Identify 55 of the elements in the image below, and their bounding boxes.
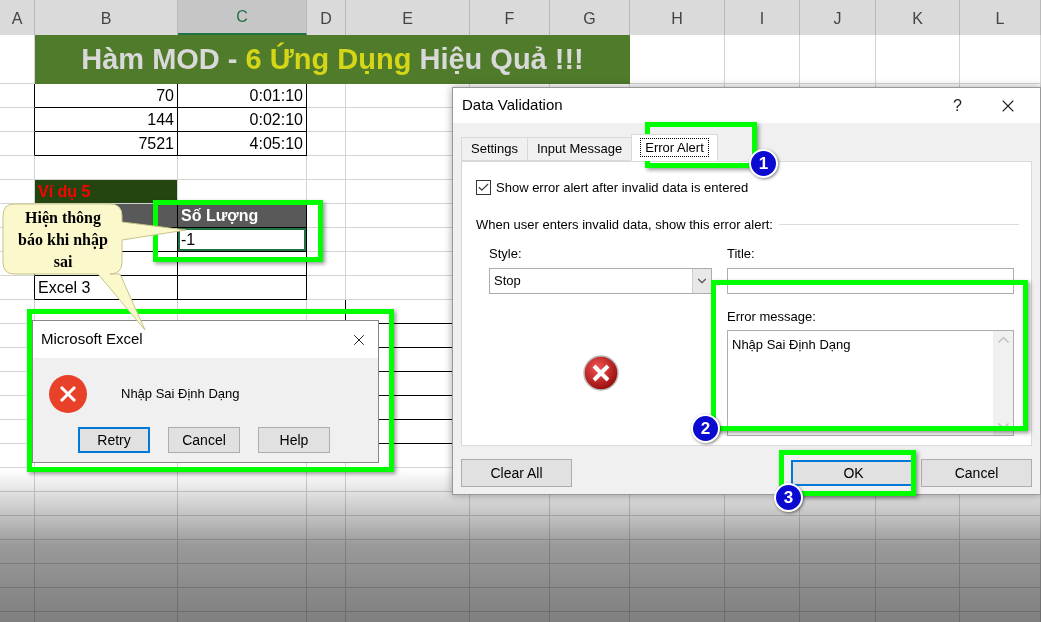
sheet-cell[interactable]	[0, 108, 35, 132]
style-dropdown[interactable]: Stop	[489, 267, 712, 294]
dialog-button[interactable]: Help	[258, 427, 330, 453]
column-header[interactable]: K	[876, 0, 960, 35]
column-header[interactable]: C	[178, 0, 307, 35]
field-label: Error message:	[727, 307, 817, 326]
checkbox[interactable]	[476, 180, 491, 196]
tab[interactable]: Error Alert	[631, 134, 718, 161]
sheet-cell[interactable]: -1	[178, 228, 307, 252]
section-label: Ví dụ 5	[35, 180, 178, 204]
title-banner: Hàm MOD - 6 Ứng Dụng Hiệu Quả !!!	[35, 35, 630, 84]
field-label: Style:	[489, 245, 523, 263]
column-header[interactable]: H	[630, 0, 725, 35]
sheet-cell[interactable]: 70	[35, 84, 178, 108]
dialog-button[interactable]: Cancel	[168, 427, 240, 453]
error-icon	[582, 354, 619, 391]
column-header[interactable]: A	[0, 0, 35, 35]
table-cell-text: 144	[147, 109, 174, 130]
sheet-cell[interactable]	[178, 276, 307, 300]
table-cell-text: 0:02:10	[249, 109, 303, 130]
column-header[interactable]: J	[800, 0, 876, 35]
sheet-cell[interactable]	[178, 252, 307, 276]
dialog-button[interactable]: Cancel	[921, 459, 1032, 487]
table-cell-text: 4:05:10	[249, 133, 303, 154]
scroll-up-icon	[997, 337, 1009, 343]
error-icon	[49, 375, 87, 413]
sheet-cell[interactable]: 0:02:10	[178, 108, 307, 132]
checkbox-label: Show error alert after invalid data is entered	[496, 179, 749, 197]
window-title: Data Validation	[462, 95, 563, 116]
sheet-cell[interactable]	[0, 84, 35, 108]
sheet-cell[interactable]	[0, 132, 35, 156]
column-header[interactable]: I	[725, 0, 800, 35]
header-cell: Số Lượng	[178, 204, 307, 228]
field-label: Title:	[727, 245, 756, 263]
alert-message: Nhập Sai Định Dạng	[121, 385, 240, 404]
table-cell-text: 7521	[138, 133, 174, 154]
table-cell-text: 0:01:10	[249, 85, 303, 106]
tab[interactable]: Settings	[461, 137, 528, 161]
table-cell-text: -1	[181, 229, 196, 250]
column-header[interactable]: L	[960, 0, 1041, 35]
sheet-cell[interactable]	[0, 276, 35, 300]
tab[interactable]: Input Message	[527, 137, 633, 161]
help-button[interactable]: ?	[953, 93, 962, 118]
sheet-cell[interactable]: 0:01:10	[178, 84, 307, 108]
error-message-field[interactable]: Nhập Sai Định Dạng	[727, 330, 1014, 436]
sheet-cell[interactable]: 144	[35, 108, 178, 132]
dialog-button[interactable]: Clear All	[461, 459, 572, 487]
group-label: When user enters invalid data, show this error alert:	[476, 215, 773, 234]
scrollbar[interactable]	[993, 331, 1013, 435]
table-cell-text: Excel 3	[38, 277, 91, 298]
dialog-button[interactable]: Retry	[78, 427, 150, 453]
sheet-cell[interactable]: 4:05:10	[178, 132, 307, 156]
table-cell-text: 70	[156, 85, 174, 106]
window-title: Microsoft Excel	[41, 329, 143, 350]
sheet-cell[interactable]: 7521	[35, 132, 178, 156]
